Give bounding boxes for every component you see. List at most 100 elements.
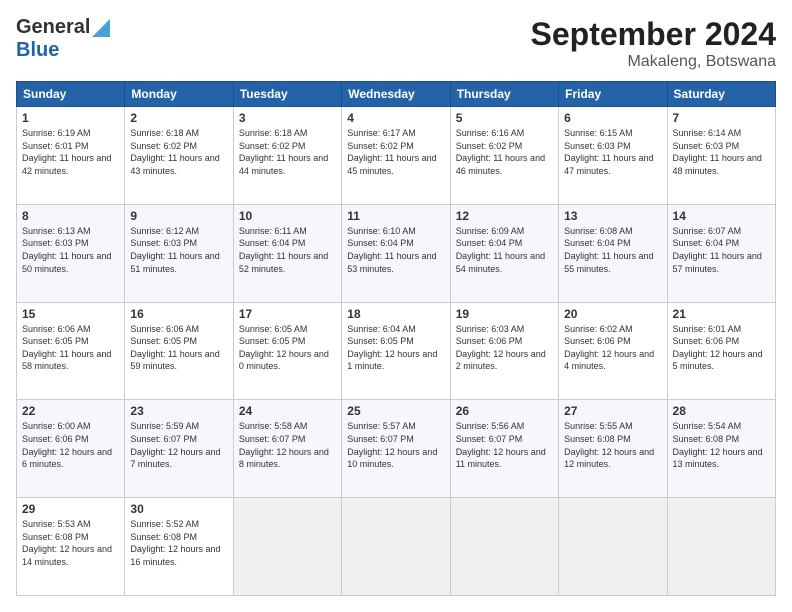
calendar-cell: 15 Sunrise: 6:06 AMSunset: 6:05 PMDaylig… <box>17 302 125 400</box>
logo-arrow-icon <box>92 19 110 37</box>
calendar-cell: 20 Sunrise: 6:02 AMSunset: 6:06 PMDaylig… <box>559 302 667 400</box>
logo-general: General <box>16 16 90 39</box>
calendar-table: SundayMondayTuesdayWednesdayThursdayFrid… <box>16 81 776 596</box>
day-number: 25 <box>347 404 444 418</box>
day-number: 1 <box>22 111 119 125</box>
calendar-cell: 5 Sunrise: 6:16 AMSunset: 6:02 PMDayligh… <box>450 107 558 205</box>
day-info: Sunrise: 6:03 AMSunset: 6:06 PMDaylight:… <box>456 324 546 372</box>
day-info: Sunrise: 5:59 AMSunset: 6:07 PMDaylight:… <box>130 421 220 469</box>
calendar-cell: 23 Sunrise: 5:59 AMSunset: 6:07 PMDaylig… <box>125 400 233 498</box>
logo-line2: Blue <box>16 39 59 62</box>
day-info: Sunrise: 5:58 AMSunset: 6:07 PMDaylight:… <box>239 421 329 469</box>
calendar-cell: 22 Sunrise: 6:00 AMSunset: 6:06 PMDaylig… <box>17 400 125 498</box>
calendar-cell <box>233 498 341 596</box>
logo: General Blue <box>16 16 110 62</box>
calendar-cell: 19 Sunrise: 6:03 AMSunset: 6:06 PMDaylig… <box>450 302 558 400</box>
day-info: Sunrise: 5:57 AMSunset: 6:07 PMDaylight:… <box>347 421 437 469</box>
day-number: 15 <box>22 307 119 321</box>
logo-line1: General <box>16 16 110 39</box>
day-info: Sunrise: 6:09 AMSunset: 6:04 PMDaylight:… <box>456 226 545 274</box>
day-number: 30 <box>130 502 227 516</box>
day-number: 22 <box>22 404 119 418</box>
day-info: Sunrise: 6:06 AMSunset: 6:05 PMDaylight:… <box>22 324 111 372</box>
calendar-cell: 29 Sunrise: 5:53 AMSunset: 6:08 PMDaylig… <box>17 498 125 596</box>
day-number: 26 <box>456 404 553 418</box>
day-number: 11 <box>347 209 444 223</box>
week-row-2: 8 Sunrise: 6:13 AMSunset: 6:03 PMDayligh… <box>17 204 776 302</box>
day-number: 27 <box>564 404 661 418</box>
day-number: 23 <box>130 404 227 418</box>
day-number: 6 <box>564 111 661 125</box>
day-info: Sunrise: 6:11 AMSunset: 6:04 PMDaylight:… <box>239 226 328 274</box>
day-number: 19 <box>456 307 553 321</box>
calendar-cell: 27 Sunrise: 5:55 AMSunset: 6:08 PMDaylig… <box>559 400 667 498</box>
title-block: September 2024 Makaleng, Botswana <box>531 16 776 71</box>
day-info: Sunrise: 6:07 AMSunset: 6:04 PMDaylight:… <box>673 226 762 274</box>
day-info: Sunrise: 6:18 AMSunset: 6:02 PMDaylight:… <box>130 128 219 176</box>
day-info: Sunrise: 5:53 AMSunset: 6:08 PMDaylight:… <box>22 519 112 567</box>
weekday-header-sunday: Sunday <box>17 82 125 107</box>
day-info: Sunrise: 6:01 AMSunset: 6:06 PMDaylight:… <box>673 324 763 372</box>
day-number: 16 <box>130 307 227 321</box>
calendar-cell: 9 Sunrise: 6:12 AMSunset: 6:03 PMDayligh… <box>125 204 233 302</box>
calendar-cell: 28 Sunrise: 5:54 AMSunset: 6:08 PMDaylig… <box>667 400 775 498</box>
calendar-cell: 8 Sunrise: 6:13 AMSunset: 6:03 PMDayligh… <box>17 204 125 302</box>
day-info: Sunrise: 6:17 AMSunset: 6:02 PMDaylight:… <box>347 128 436 176</box>
day-number: 8 <box>22 209 119 223</box>
weekday-header-friday: Friday <box>559 82 667 107</box>
calendar-cell: 2 Sunrise: 6:18 AMSunset: 6:02 PMDayligh… <box>125 107 233 205</box>
page: General Blue September 2024 Makaleng, Bo… <box>0 0 792 612</box>
calendar-cell: 21 Sunrise: 6:01 AMSunset: 6:06 PMDaylig… <box>667 302 775 400</box>
day-number: 24 <box>239 404 336 418</box>
week-row-1: 1 Sunrise: 6:19 AMSunset: 6:01 PMDayligh… <box>17 107 776 205</box>
calendar-cell <box>342 498 450 596</box>
calendar-location: Makaleng, Botswana <box>531 53 776 71</box>
weekday-header-saturday: Saturday <box>667 82 775 107</box>
calendar-cell <box>559 498 667 596</box>
day-number: 3 <box>239 111 336 125</box>
weekday-header-wednesday: Wednesday <box>342 82 450 107</box>
day-info: Sunrise: 6:05 AMSunset: 6:05 PMDaylight:… <box>239 324 329 372</box>
day-info: Sunrise: 6:16 AMSunset: 6:02 PMDaylight:… <box>456 128 545 176</box>
day-info: Sunrise: 6:10 AMSunset: 6:04 PMDaylight:… <box>347 226 436 274</box>
calendar-cell: 25 Sunrise: 5:57 AMSunset: 6:07 PMDaylig… <box>342 400 450 498</box>
week-row-3: 15 Sunrise: 6:06 AMSunset: 6:05 PMDaylig… <box>17 302 776 400</box>
day-info: Sunrise: 6:19 AMSunset: 6:01 PMDaylight:… <box>22 128 111 176</box>
day-info: Sunrise: 5:54 AMSunset: 6:08 PMDaylight:… <box>673 421 763 469</box>
calendar-cell: 12 Sunrise: 6:09 AMSunset: 6:04 PMDaylig… <box>450 204 558 302</box>
day-number: 7 <box>673 111 770 125</box>
calendar-cell: 6 Sunrise: 6:15 AMSunset: 6:03 PMDayligh… <box>559 107 667 205</box>
day-info: Sunrise: 6:18 AMSunset: 6:02 PMDaylight:… <box>239 128 328 176</box>
day-number: 4 <box>347 111 444 125</box>
day-number: 14 <box>673 209 770 223</box>
day-info: Sunrise: 6:13 AMSunset: 6:03 PMDaylight:… <box>22 226 111 274</box>
weekday-header-thursday: Thursday <box>450 82 558 107</box>
day-number: 13 <box>564 209 661 223</box>
day-info: Sunrise: 6:15 AMSunset: 6:03 PMDaylight:… <box>564 128 653 176</box>
calendar-cell: 4 Sunrise: 6:17 AMSunset: 6:02 PMDayligh… <box>342 107 450 205</box>
day-info: Sunrise: 6:08 AMSunset: 6:04 PMDaylight:… <box>564 226 653 274</box>
day-info: Sunrise: 6:04 AMSunset: 6:05 PMDaylight:… <box>347 324 437 372</box>
weekday-header-tuesday: Tuesday <box>233 82 341 107</box>
day-info: Sunrise: 5:52 AMSunset: 6:08 PMDaylight:… <box>130 519 220 567</box>
day-info: Sunrise: 5:55 AMSunset: 6:08 PMDaylight:… <box>564 421 654 469</box>
calendar-cell: 17 Sunrise: 6:05 AMSunset: 6:05 PMDaylig… <box>233 302 341 400</box>
day-number: 17 <box>239 307 336 321</box>
day-info: Sunrise: 6:12 AMSunset: 6:03 PMDaylight:… <box>130 226 219 274</box>
header: General Blue September 2024 Makaleng, Bo… <box>16 16 776 71</box>
calendar-cell: 7 Sunrise: 6:14 AMSunset: 6:03 PMDayligh… <box>667 107 775 205</box>
calendar-cell: 1 Sunrise: 6:19 AMSunset: 6:01 PMDayligh… <box>17 107 125 205</box>
calendar-cell: 18 Sunrise: 6:04 AMSunset: 6:05 PMDaylig… <box>342 302 450 400</box>
calendar-cell: 24 Sunrise: 5:58 AMSunset: 6:07 PMDaylig… <box>233 400 341 498</box>
day-number: 9 <box>130 209 227 223</box>
calendar-cell: 13 Sunrise: 6:08 AMSunset: 6:04 PMDaylig… <box>559 204 667 302</box>
day-info: Sunrise: 6:02 AMSunset: 6:06 PMDaylight:… <box>564 324 654 372</box>
day-number: 10 <box>239 209 336 223</box>
week-row-4: 22 Sunrise: 6:00 AMSunset: 6:06 PMDaylig… <box>17 400 776 498</box>
calendar-cell <box>450 498 558 596</box>
calendar-title: September 2024 <box>531 16 776 53</box>
day-info: Sunrise: 5:56 AMSunset: 6:07 PMDaylight:… <box>456 421 546 469</box>
day-number: 29 <box>22 502 119 516</box>
day-number: 2 <box>130 111 227 125</box>
calendar-cell: 26 Sunrise: 5:56 AMSunset: 6:07 PMDaylig… <box>450 400 558 498</box>
